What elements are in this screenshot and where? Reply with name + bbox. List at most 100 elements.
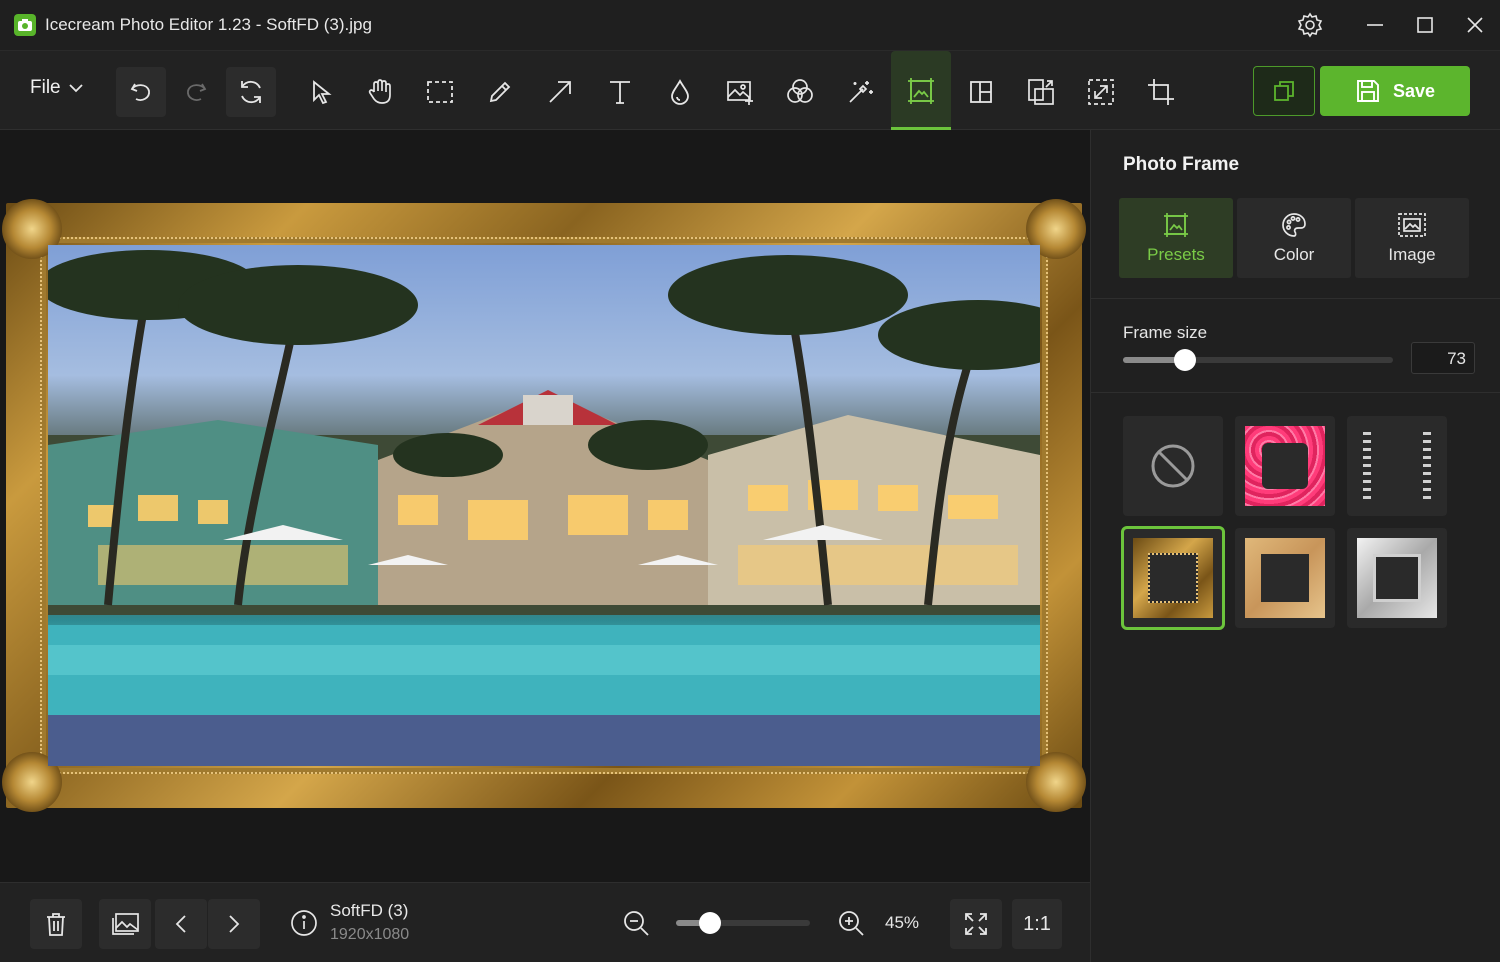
- gallery-icon: [112, 913, 139, 935]
- filters-tool[interactable]: [775, 67, 825, 117]
- file-name: SoftFD (3): [330, 901, 409, 920]
- redo-button[interactable]: [171, 67, 221, 117]
- panel-title: Photo Frame: [1123, 154, 1240, 175]
- frame-size-slider-thumb[interactable]: [1174, 349, 1197, 371]
- pencil-icon: [489, 81, 511, 103]
- frame-image-icon: [1164, 213, 1188, 237]
- preset-none[interactable]: [1123, 416, 1223, 516]
- divider: [1091, 298, 1500, 299]
- add-image-icon: [727, 81, 753, 105]
- preset-wood[interactable]: [1235, 528, 1335, 628]
- reset-button[interactable]: [226, 67, 276, 117]
- blur-tool[interactable]: [655, 67, 705, 117]
- tab-label: Image: [1388, 245, 1436, 264]
- resize-tool[interactable]: [1016, 67, 1066, 117]
- image-canvas[interactable]: [0, 130, 1090, 882]
- info-icon[interactable]: [290, 909, 318, 942]
- chevron-left-icon: [175, 915, 186, 933]
- delete-button[interactable]: [30, 899, 82, 949]
- tab-image[interactable]: Image: [1355, 198, 1469, 278]
- settings-gear-icon[interactable]: [1293, 8, 1327, 42]
- minimize-icon[interactable]: [1358, 8, 1392, 42]
- trash-icon: [47, 913, 65, 936]
- cursor-icon: [313, 80, 332, 105]
- collage-icon: [970, 81, 992, 103]
- fit-screen-button[interactable]: [950, 899, 1002, 949]
- zoom-level: 45%: [885, 913, 920, 932]
- text-tool[interactable]: [595, 67, 645, 117]
- save-button[interactable]: Save: [1320, 66, 1470, 116]
- undo-button[interactable]: [116, 67, 166, 117]
- zoom-in-icon[interactable]: [837, 909, 865, 942]
- add-image-tool[interactable]: [715, 67, 765, 117]
- drop-icon: [671, 79, 689, 105]
- file-menu-label: File: [30, 77, 61, 98]
- resort-photo: [48, 245, 1040, 766]
- frame-size-slider[interactable]: [1123, 349, 1393, 371]
- zoom-out-icon[interactable]: [622, 909, 650, 942]
- close-icon[interactable]: [1458, 8, 1492, 42]
- film-strip-thumbnail: [1363, 432, 1431, 499]
- image-dotted-icon: [1398, 213, 1426, 237]
- maximize-icon[interactable]: [1408, 8, 1442, 42]
- select-tool[interactable]: [296, 67, 346, 117]
- gold-frame-thumbnail: [1133, 538, 1213, 618]
- pink-flowers-thumbnail: [1245, 426, 1325, 506]
- frame-icon: [908, 77, 934, 104]
- file-dimensions: 1920x1080: [330, 926, 410, 943]
- frame-size-input[interactable]: 73: [1411, 342, 1475, 374]
- gallery-button[interactable]: [99, 899, 151, 949]
- frame-tabs: Presets Color Image: [1119, 198, 1471, 278]
- app-camera-icon: [14, 14, 36, 36]
- pencil-tool[interactable]: [475, 67, 525, 117]
- no-frame-icon: [1151, 444, 1195, 488]
- text-icon: [610, 81, 630, 104]
- silver-frame-thumbnail: [1357, 538, 1437, 618]
- preset-pink-flowers[interactable]: [1235, 416, 1335, 516]
- crop-resize-tool[interactable]: [1076, 67, 1126, 117]
- tab-label: Color: [1273, 245, 1315, 264]
- filters-icon: [787, 79, 813, 103]
- collage-tool[interactable]: [956, 67, 1006, 117]
- framed-photo: [2, 199, 1086, 812]
- zoom-slider-thumb[interactable]: [698, 912, 721, 934]
- frame-presets-grid: [1121, 416, 1447, 630]
- refresh-icon: [241, 80, 261, 104]
- chevron-right-icon: [229, 915, 240, 933]
- previous-image-button[interactable]: [155, 899, 207, 949]
- palette-icon: [1282, 213, 1306, 237]
- compare-button[interactable]: [1253, 66, 1315, 116]
- arrow-icon: [549, 81, 571, 103]
- app-window: Icecream Photo Editor 1.23 - SoftFD (3).…: [0, 0, 1500, 962]
- crop-icon: [1148, 79, 1174, 105]
- undo-icon: [130, 83, 150, 101]
- photo-frame-tool[interactable]: [891, 51, 951, 130]
- resize-dashed-icon: [1088, 79, 1114, 105]
- actual-size-button[interactable]: 1:1: [1012, 899, 1062, 949]
- tab-label: Presets: [1147, 245, 1205, 264]
- preset-silver[interactable]: [1347, 528, 1447, 628]
- chevron-down-icon: [68, 84, 83, 93]
- save-button-label: Save: [1392, 80, 1436, 101]
- window-title: Icecream Photo Editor 1.23 - SoftFD (3).…: [45, 15, 372, 34]
- compare-icon: [1274, 81, 1294, 101]
- bottom-bar: SoftFD (3) 1920x1080 45% 1:1: [0, 882, 1090, 962]
- save-icon: [1357, 80, 1379, 102]
- tab-color[interactable]: Color: [1237, 198, 1351, 278]
- divider: [1091, 392, 1500, 393]
- magic-wand-icon: [849, 81, 873, 103]
- next-image-button[interactable]: [208, 899, 260, 949]
- preset-film-strip[interactable]: [1347, 416, 1447, 516]
- zoom-slider[interactable]: [676, 912, 810, 934]
- tab-presets[interactable]: Presets: [1119, 198, 1233, 278]
- wood-frame-thumbnail: [1245, 538, 1325, 618]
- pan-tool[interactable]: [355, 67, 405, 117]
- hand-icon: [368, 79, 391, 104]
- marquee-tool[interactable]: [415, 67, 465, 117]
- arrow-tool[interactable]: [535, 67, 585, 117]
- file-menu[interactable]: File: [30, 77, 83, 99]
- crop-tool[interactable]: [1136, 67, 1186, 117]
- magic-tool[interactable]: [835, 67, 885, 117]
- photo-frame-panel: Photo Frame Presets Color Image Frame si…: [1090, 130, 1500, 962]
- preset-gold-ornate[interactable]: [1121, 526, 1225, 630]
